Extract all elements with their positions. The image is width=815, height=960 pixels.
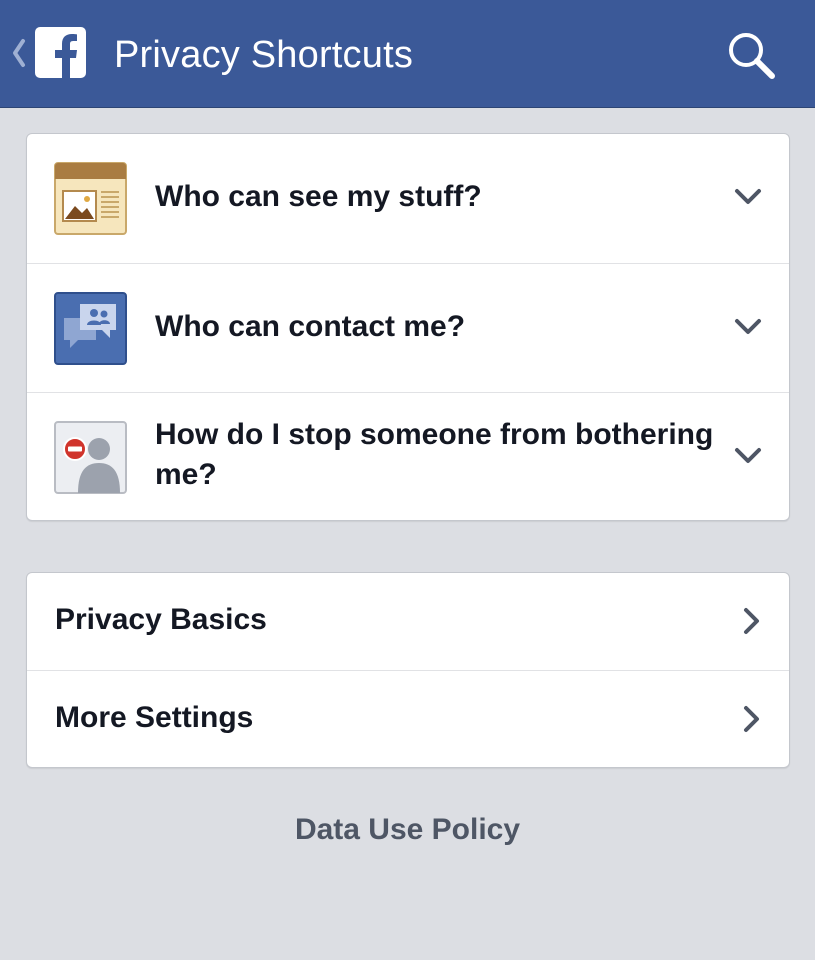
link-label: More Settings	[55, 701, 254, 734]
privacy-links-card: Privacy Basics More Settings	[26, 572, 790, 768]
chevron-right-icon	[736, 704, 766, 734]
shortcut-stop-bothering[interactable]: How do I stop someone from bothering me?	[27, 392, 789, 520]
block-person-icon	[54, 421, 127, 494]
shortcut-label: Who can see my stuff?	[155, 180, 482, 213]
shortcut-label: How do I stop someone from bothering me?	[155, 418, 714, 491]
more-settings-link[interactable]: More Settings	[27, 670, 789, 767]
shortcut-label: Who can contact me?	[155, 310, 466, 343]
chevron-down-icon	[733, 311, 763, 341]
privacy-basics-link[interactable]: Privacy Basics	[27, 573, 789, 670]
chevron-right-icon	[736, 606, 766, 636]
shortcut-who-can-see[interactable]: Who can see my stuff?	[27, 134, 789, 263]
shortcut-who-can-contact[interactable]: Who can contact me?	[27, 263, 789, 392]
chevron-left-icon[interactable]	[10, 33, 28, 73]
link-label: Privacy Basics	[55, 603, 267, 636]
privacy-shortcuts-card: Who can see my stuff? Who can contact me…	[26, 133, 790, 521]
chevron-down-icon	[733, 440, 763, 470]
search-icon[interactable]	[722, 26, 778, 82]
page-title: Privacy Shortcuts	[114, 34, 414, 76]
top-bar: Privacy Shortcuts	[0, 0, 815, 107]
chevron-down-icon	[733, 181, 763, 211]
newspaper-photo-icon	[54, 162, 127, 235]
data-use-policy-link[interactable]: Data Use Policy	[0, 810, 815, 850]
facebook-logo-icon[interactable]	[35, 27, 86, 78]
friends-messages-icon	[54, 292, 127, 365]
